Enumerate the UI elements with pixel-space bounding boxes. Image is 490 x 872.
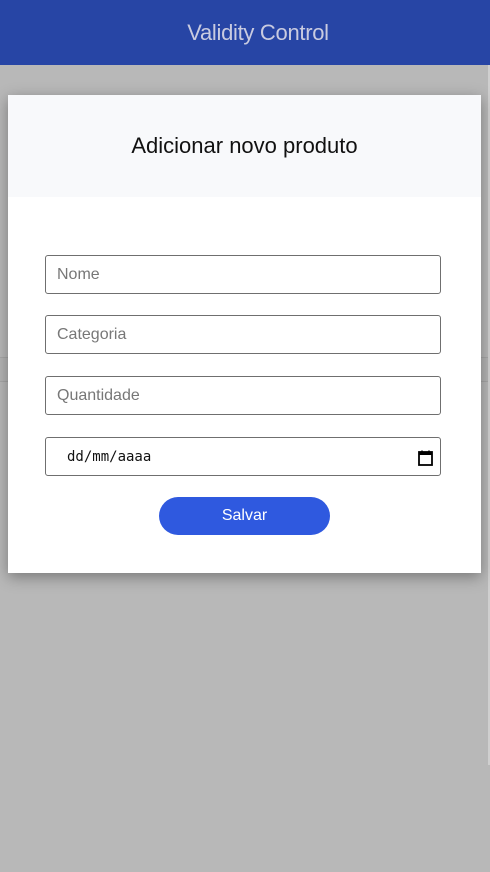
quantity-input-placeholder: Quantidade (57, 386, 140, 404)
category-input[interactable]: Categoria (45, 315, 441, 354)
modal-header: Adicionar novo produto (8, 95, 481, 197)
modal-title: Adicionar novo produto (131, 133, 358, 158)
add-product-modal: Adicionar novo produto Nome Categoria Qu… (8, 95, 481, 573)
app-header: Validity Control (0, 0, 490, 65)
save-button[interactable]: Salvar (159, 497, 330, 535)
category-input-placeholder: Categoria (57, 325, 127, 343)
name-input[interactable]: Nome (45, 255, 441, 294)
app-title: Validity Control (187, 19, 329, 45)
quantity-input[interactable]: Quantidade (45, 376, 441, 415)
calendar-icon[interactable] (418, 450, 433, 466)
date-input-value: dd/mm/aaaa (67, 448, 152, 465)
name-input-placeholder: Nome (57, 265, 100, 283)
date-input[interactable]: dd/mm/aaaa (45, 437, 441, 476)
